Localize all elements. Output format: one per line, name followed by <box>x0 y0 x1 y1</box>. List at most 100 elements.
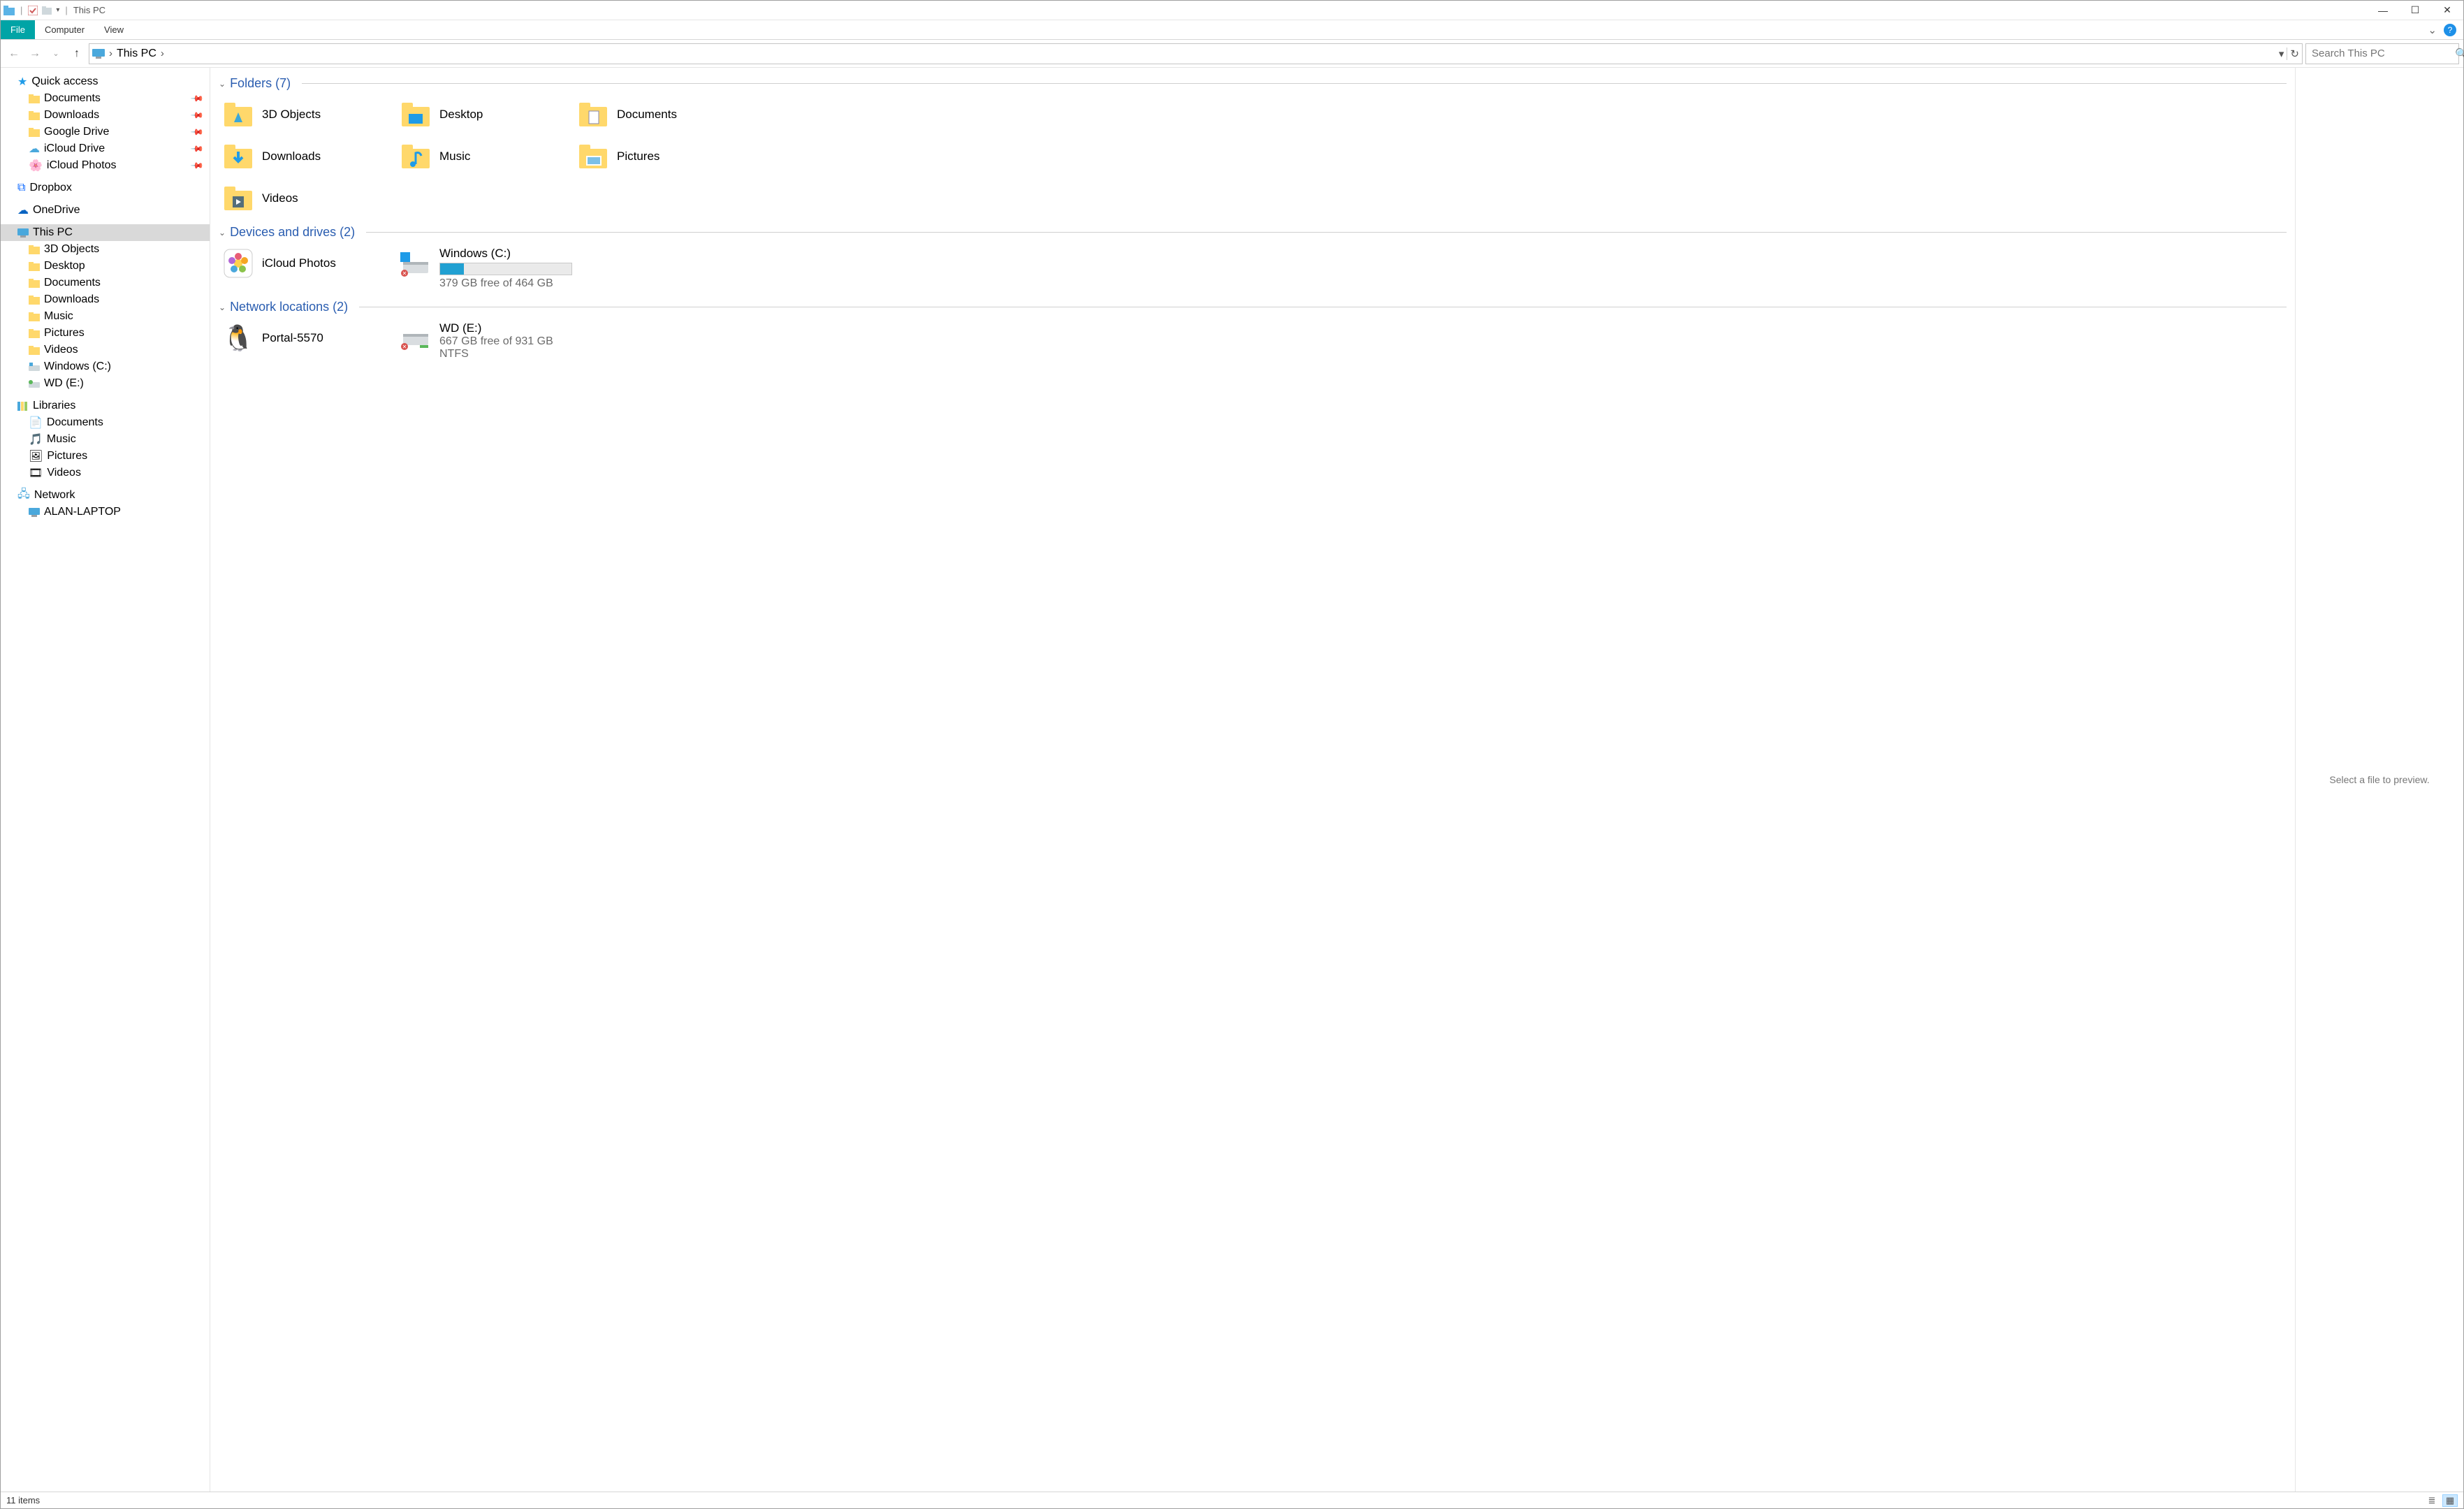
tree-item-icloud-photos[interactable]: 🌸iCloud Photos📌 <box>1 157 210 174</box>
folder-pictures-icon <box>576 140 610 173</box>
chevron-down-icon: ⌄ <box>219 302 226 312</box>
tree-dropbox[interactable]: ⧉Dropbox <box>1 180 210 196</box>
properties-qat-icon[interactable] <box>28 6 38 15</box>
tile-videos[interactable]: Videos <box>219 179 393 218</box>
drive-icon <box>29 363 40 371</box>
pin-icon: 📌 <box>190 92 204 105</box>
tab-computer[interactable]: Computer <box>35 20 94 39</box>
search-icon[interactable]: 🔍 <box>2455 48 2464 60</box>
folder-desktop-icon <box>399 98 432 131</box>
breadcrumb-sep-icon[interactable]: › <box>109 48 112 59</box>
search-input[interactable] <box>2312 48 2451 59</box>
recent-locations-button[interactable]: ⌄ <box>47 45 65 63</box>
tree-label: Libraries <box>33 400 75 412</box>
tree-this-pc[interactable]: This PC <box>1 224 210 241</box>
tree-label: iCloud Photos <box>47 159 117 172</box>
tree-quick-access[interactable]: ★ Quick access <box>1 73 210 90</box>
qat-dropdown-icon[interactable]: ▾ <box>56 6 59 14</box>
tile-label: Portal-5570 <box>262 331 323 345</box>
tree-item-videos[interactable]: Videos <box>1 342 210 358</box>
status-bar: 11 items ≣ ▦ <box>1 1492 2463 1508</box>
tree-item-downloads[interactable]: Downloads📌 <box>1 107 210 124</box>
tree-label: Downloads <box>44 293 99 306</box>
tile-downloads[interactable]: Downloads <box>219 137 393 176</box>
tile-windows-c[interactable]: ✕ Windows (C:) 379 GB free of 464 GB <box>396 244 578 293</box>
view-tiles-button[interactable]: ▦ <box>2442 1494 2458 1507</box>
search-box[interactable]: 🔍 <box>2305 43 2459 64</box>
tile-label: Videos <box>262 191 298 205</box>
tree-label: 3D Objects <box>44 243 99 256</box>
folder-icon <box>29 312 40 321</box>
tile-pictures[interactable]: Pictures <box>574 137 748 176</box>
folder-icon <box>29 94 40 103</box>
group-title: Devices and drives (2) <box>230 225 355 240</box>
tree-libraries[interactable]: Libraries <box>1 398 210 414</box>
items-view[interactable]: ⌄ Folders (7) 3D Objects Desktop Documen… <box>210 68 2296 1492</box>
refresh-icon[interactable]: ↻ <box>2290 48 2299 60</box>
tree-label: Downloads <box>44 109 99 122</box>
tree-onedrive[interactable]: ☁OneDrive <box>1 202 210 219</box>
separator-line <box>366 232 2287 233</box>
tree-item-desktop[interactable]: Desktop <box>1 258 210 275</box>
close-button[interactable]: ✕ <box>2431 1 2463 20</box>
newfolder-qat-icon[interactable] <box>42 6 52 15</box>
address-dropdown-icon[interactable]: ▾ <box>2279 48 2284 60</box>
breadcrumb-sep-icon[interactable]: › <box>161 48 164 59</box>
tree-network[interactable]: 🖧Network <box>1 487 210 504</box>
tile-desktop[interactable]: Desktop <box>396 95 571 134</box>
navigation-pane[interactable]: ★ Quick access Documents📌 Downloads📌 Goo… <box>1 68 210 1492</box>
cloud-icon: ☁ <box>29 142 40 156</box>
app-icon <box>3 6 15 15</box>
tree-label: Videos <box>44 344 78 356</box>
svg-text:✕: ✕ <box>402 344 407 350</box>
tree-item-music[interactable]: Music <box>1 308 210 325</box>
tile-music[interactable]: Music <box>396 137 571 176</box>
tree-item-lib-videos[interactable]: 🎞Videos <box>1 465 210 481</box>
tile-3d-objects[interactable]: 3D Objects <box>219 95 393 134</box>
tree-item-documents[interactable]: Documents <box>1 275 210 291</box>
maximize-button[interactable]: ☐ <box>2399 1 2431 20</box>
group-header-devices[interactable]: ⌄ Devices and drives (2) <box>219 225 2287 240</box>
folder-videos-icon <box>221 182 255 215</box>
tree-item-wd-e[interactable]: WD (E:) <box>1 375 210 392</box>
tile-icloud-photos[interactable]: iCloud Photos <box>219 244 393 283</box>
tree-item-windows-c[interactable]: Windows (C:) <box>1 358 210 375</box>
tile-wd-e[interactable]: ✕ WD (E:) 667 GB free of 931 GB NTFS <box>396 319 578 363</box>
tree-item-3d-objects[interactable]: 3D Objects <box>1 241 210 258</box>
tab-file[interactable]: File <box>1 20 35 39</box>
tree-item-lib-pictures[interactable]: 🖼Pictures <box>1 448 210 465</box>
tile-portal-5570[interactable]: 🐧 Portal-5570 <box>219 319 393 358</box>
cloud-icon: ☁ <box>17 203 29 217</box>
ribbon-expand-icon[interactable]: ⌄ <box>2428 24 2437 36</box>
help-icon[interactable]: ? <box>2444 24 2456 36</box>
breadcrumb-this-pc[interactable]: This PC <box>117 48 156 60</box>
folder-icon <box>29 111 40 120</box>
tile-documents[interactable]: Documents <box>574 95 748 134</box>
tree-item-documents[interactable]: Documents📌 <box>1 90 210 107</box>
library-doc-icon: 📄 <box>29 416 43 430</box>
forward-button[interactable]: → <box>26 45 44 63</box>
tree-item-google-drive[interactable]: Google Drive📌 <box>1 124 210 140</box>
pc-icon <box>29 508 40 517</box>
tree-item-alan-laptop[interactable]: ALAN-LAPTOP <box>1 504 210 520</box>
minimize-button[interactable]: — <box>2367 1 2399 20</box>
tree-item-icloud-drive[interactable]: ☁iCloud Drive📌 <box>1 140 210 157</box>
preview-pane: Select a file to preview. <box>2296 68 2463 1492</box>
tree-item-lib-documents[interactable]: 📄Documents <box>1 414 210 431</box>
tree-label: Quick access <box>31 75 98 88</box>
tree-item-pictures[interactable]: Pictures <box>1 325 210 342</box>
tab-view[interactable]: View <box>94 20 133 39</box>
group-header-folders[interactable]: ⌄ Folders (7) <box>219 76 2287 91</box>
tile-label: Desktop <box>439 108 483 122</box>
address-bar[interactable]: › This PC › ▾ ↻ <box>89 43 2303 64</box>
group-header-network[interactable]: ⌄ Network locations (2) <box>219 300 2287 314</box>
icloud-photos-icon <box>221 247 255 280</box>
up-button[interactable]: ↑ <box>68 45 86 63</box>
network-icon: 🖧 <box>17 486 30 505</box>
back-button[interactable]: ← <box>5 45 23 63</box>
tree-item-lib-music[interactable]: 🎵Music <box>1 431 210 448</box>
tree-label: Videos <box>47 467 81 479</box>
view-details-button[interactable]: ≣ <box>2424 1494 2440 1507</box>
navigation-bar: ← → ⌄ ↑ › This PC › ▾ ↻ 🔍 <box>1 40 2463 68</box>
tree-item-downloads[interactable]: Downloads <box>1 291 210 308</box>
